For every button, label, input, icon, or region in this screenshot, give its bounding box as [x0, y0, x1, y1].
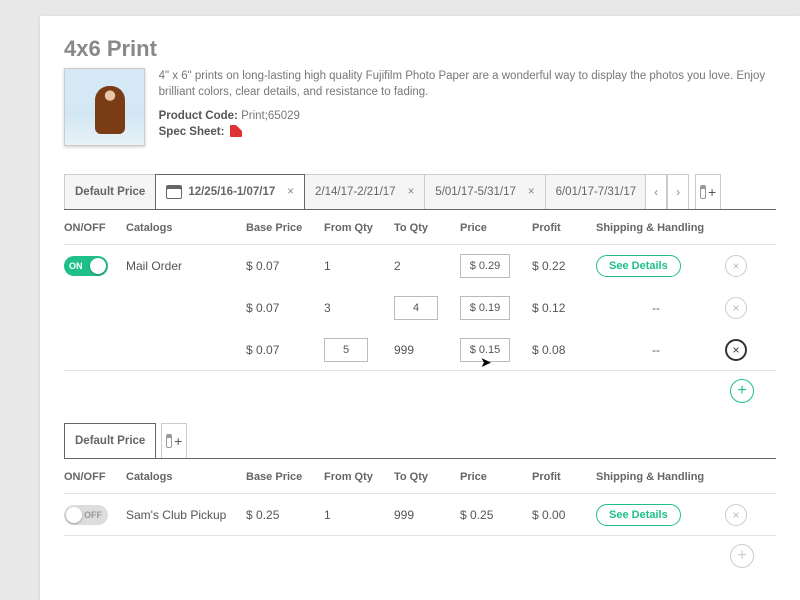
price-input[interactable]: [460, 254, 510, 278]
catalog-toggle-on[interactable]: ON: [64, 256, 108, 276]
product-thumbnail: [64, 68, 145, 146]
tabs-prev-button[interactable]: ‹: [645, 174, 667, 209]
tab-date-range-3[interactable]: 5/01/17-5/31/17×: [424, 174, 545, 209]
tabs-next-button[interactable]: ›: [667, 174, 689, 209]
col-ship: Shipping & Handling: [596, 471, 716, 483]
shipping-value: --: [596, 301, 716, 315]
close-icon[interactable]: ×: [287, 186, 294, 198]
catalog-toggle-off[interactable]: OFF: [64, 505, 108, 525]
see-details-button[interactable]: See Details: [596, 504, 681, 526]
to-qty-input[interactable]: [394, 296, 438, 320]
tab-date-range-1[interactable]: 12/25/16-1/07/17×: [155, 174, 305, 209]
spec-sheet-link[interactable]: [230, 125, 242, 137]
col-profit: Profit: [532, 471, 596, 483]
add-date-range-button[interactable]: +: [695, 174, 721, 209]
to-qty: 999: [394, 508, 460, 522]
col-from: From Qty: [324, 471, 394, 483]
base-price: $ 0.07: [246, 259, 324, 273]
col-to: To Qty: [394, 222, 460, 234]
delete-row-button[interactable]: ×: [725, 339, 747, 361]
delete-row-button[interactable]: ×: [725, 504, 747, 526]
col-base: Base Price: [246, 471, 324, 483]
base-price: $ 0.25: [246, 508, 324, 522]
table-row: $ 0.07 3 $ 0.12 -- ×: [64, 287, 776, 329]
price-input[interactable]: [460, 338, 510, 362]
spec-sheet-label: Spec Sheet:: [159, 126, 225, 138]
see-details-button[interactable]: See Details: [596, 255, 681, 277]
date-tabs: Default Price 12/25/16-1/07/17× 2/14/17-…: [64, 174, 776, 210]
page-title: 4x6 Print: [64, 36, 776, 62]
table-row: $ 0.07 999 $ 0.08 -- ×: [64, 329, 776, 371]
profit-value: $ 0.22: [532, 259, 596, 273]
catalog-name: Sam's Club Pickup: [126, 508, 246, 522]
close-icon[interactable]: ×: [408, 186, 415, 198]
tab-default-price[interactable]: Default Price: [64, 174, 156, 209]
price-input[interactable]: [460, 296, 510, 320]
tab-date-range-2[interactable]: 2/14/17-2/21/17×: [304, 174, 425, 209]
col-base: Base Price: [246, 222, 324, 234]
col-onoff: ON/OFF: [64, 222, 126, 234]
date-tabs-2: Default Price +: [64, 423, 776, 459]
delete-row-button[interactable]: ×: [725, 255, 747, 277]
table-row: OFF Sam's Club Pickup $ 0.25 1 999 $ 0.2…: [64, 494, 776, 536]
profit-value: $ 0.08: [532, 343, 596, 357]
col-onoff: ON/OFF: [64, 471, 126, 483]
price-value: $ 0.25: [460, 508, 532, 522]
profit-value: $ 0.00: [532, 508, 596, 522]
add-date-range-button-2[interactable]: +: [161, 423, 187, 458]
add-row-button-disabled: +: [730, 544, 754, 568]
tab-date-range-4[interactable]: 6/01/17-7/31/17: [545, 174, 648, 209]
profit-value: $ 0.12: [532, 301, 596, 315]
col-from: From Qty: [324, 222, 394, 234]
catalog-name: Mail Order: [126, 259, 246, 273]
table-row: ON Mail Order $ 0.07 1 2 $ 0.22 See Deta…: [64, 245, 776, 287]
col-ship: Shipping & Handling: [596, 222, 716, 234]
to-qty: 999: [394, 343, 460, 357]
base-price: $ 0.07: [246, 301, 324, 315]
col-to: To Qty: [394, 471, 460, 483]
add-row-button[interactable]: +: [730, 379, 754, 403]
product-code-value: Print;65029: [241, 110, 300, 122]
from-qty: 1: [324, 508, 394, 522]
col-price: Price: [460, 222, 532, 234]
product-code-label: Product Code:: [159, 110, 238, 122]
to-qty: 2: [394, 259, 460, 273]
col-profit: Profit: [532, 222, 596, 234]
from-qty: 1: [324, 259, 394, 273]
from-qty: 3: [324, 301, 394, 315]
col-price: Price: [460, 471, 532, 483]
col-catalogs: Catalogs: [126, 222, 246, 234]
shipping-value: --: [596, 343, 716, 357]
from-qty-input[interactable]: [324, 338, 368, 362]
base-price: $ 0.07: [246, 343, 324, 357]
product-description: 4" x 6" prints on long-lasting high qual…: [159, 68, 776, 100]
tab-default-price-2[interactable]: Default Price: [64, 423, 156, 458]
close-icon[interactable]: ×: [528, 186, 535, 198]
col-catalogs: Catalogs: [126, 471, 246, 483]
delete-row-button[interactable]: ×: [725, 297, 747, 319]
